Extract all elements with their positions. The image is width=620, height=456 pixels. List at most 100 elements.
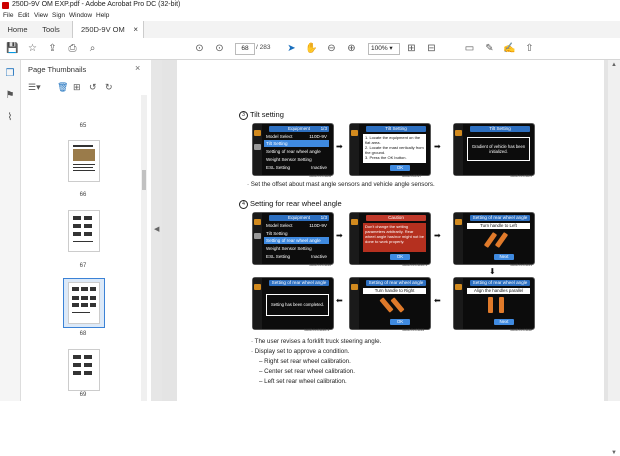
section-heading: 4 Setting for rear wheel angle	[239, 199, 342, 209]
screen-row: Model Select 110D-9V	[266, 223, 327, 228]
tab-document[interactable]: 250D-9V OM EXP... ×	[72, 21, 144, 51]
thumbnail-page[interactable]	[68, 282, 100, 324]
thumbnail-label: 66	[79, 192, 87, 198]
screen-align-parallel: Setting of rear wheel angle Align the ha…	[453, 277, 535, 330]
menu-sign[interactable]: Sign	[52, 12, 65, 19]
note-line: · Set the offset about mast angle sensor…	[247, 181, 435, 188]
screen-title: Equipment 1/3	[269, 215, 329, 221]
screen-caption: Turn handle to Left	[467, 223, 530, 229]
ok-button: OK	[390, 319, 410, 325]
menu-view[interactable]: View	[34, 12, 48, 19]
save-icon[interactable]: 💾	[6, 42, 19, 55]
figure-code: 160D9VCD32	[510, 328, 533, 332]
arrow-left-icon: ⬅	[434, 296, 441, 305]
zoom-out-icon[interactable]: ⊖	[325, 42, 338, 55]
note-line: – Center set rear wheel calibration.	[259, 368, 355, 375]
screen-row: ESL Setting Inactive	[266, 165, 327, 170]
screen-body: Don't change the setting parameters arbi…	[363, 223, 426, 252]
section-title: Setting for rear wheel angle	[250, 199, 342, 208]
prev-page-icon[interactable]: ⊙	[193, 42, 206, 55]
rotate-left-icon[interactable]: ↺	[89, 82, 97, 94]
zoom-in-icon[interactable]: ⊕	[345, 42, 358, 55]
screen-title: Setting of rear wheel angle	[470, 215, 530, 221]
note-line: · Display set to approve a condition.	[251, 348, 350, 355]
navigation-strip: ❐ ⚑ ⌇	[0, 60, 21, 401]
screen-turn-left: Setting of rear wheel angle Turn handle …	[453, 212, 535, 265]
section-title: Tilt setting	[250, 110, 284, 119]
tab-home[interactable]: Home	[0, 21, 35, 38]
arrow-right-icon: ➡	[336, 142, 343, 151]
scroll-up-icon[interactable]: ▲	[611, 62, 617, 68]
select-cursor-icon[interactable]: ➤	[285, 42, 298, 55]
screen-row: Setting of rear wheel angle	[264, 237, 329, 244]
document-scrollbar[interactable]: ▲ ▼	[608, 60, 620, 456]
thumbnail-page[interactable]	[68, 349, 100, 391]
bookmarks-icon[interactable]: ⚑	[4, 90, 16, 102]
print-icon[interactable]: ⎙	[66, 42, 79, 55]
attachments-icon[interactable]: ⌇	[4, 112, 16, 124]
figure-code: 160D9VCD33	[402, 328, 425, 332]
figure-code: 160D9VCD30-1	[304, 328, 330, 332]
collapse-arrow-icon[interactable]: ◀	[154, 225, 159, 233]
screen-tilt-initialized: Tilt Setting Gradient of vehicle has bee…	[453, 123, 535, 176]
note-line: – Left set rear wheel calibration.	[259, 378, 347, 385]
arrow-down-icon: ⬇	[489, 267, 496, 276]
arrow-right-icon: ➡	[434, 231, 441, 240]
rotate-right-icon[interactable]: ↻	[105, 82, 113, 94]
fit-page-icon[interactable]: ⊞	[405, 42, 418, 55]
figure-code: 160D9VCD31	[510, 263, 533, 267]
zoom-value: 100%	[371, 45, 388, 52]
hand-tool-icon[interactable]: ✋	[305, 42, 318, 55]
trash-icon[interactable]: 🗑	[57, 82, 68, 94]
close-panel-icon[interactable]: ×	[135, 63, 140, 73]
upload-icon[interactable]: ⇪	[46, 42, 59, 55]
screen-title: Setting of rear wheel angle	[470, 280, 530, 286]
thumbnail-scrollbar[interactable]	[141, 95, 147, 401]
thumbnail-page[interactable]	[68, 140, 100, 182]
highlight-pen-icon[interactable]: ✎	[483, 42, 496, 55]
insert-page-icon[interactable]: ⊞	[73, 82, 81, 94]
zoom-select[interactable]: 100% ▾	[368, 43, 400, 55]
bookmark-star-icon[interactable]: ☆	[26, 42, 39, 55]
menu-edit[interactable]: Edit	[18, 12, 29, 19]
thumbnail-panel: Page Thumbnails × ☰▾ 🗑 ⊞ ↺ ↻ 65 66 67 68	[21, 60, 152, 401]
menu-help[interactable]: Help	[96, 12, 109, 19]
next-page-icon[interactable]: ⊙	[213, 42, 226, 55]
thumbnail-page[interactable]	[68, 210, 100, 252]
screen-caution: Caution Don't change the setting paramet…	[349, 212, 431, 265]
thumbnail-label: 68	[79, 331, 87, 337]
scroll-thumb[interactable]	[142, 170, 146, 190]
screen-caption: Turn handle to Right	[363, 288, 426, 294]
screen-equipment: Equipment 1/3 Model Select 110D-9V Tilt S…	[252, 212, 334, 265]
scroll-down-icon[interactable]: ▼	[611, 450, 617, 456]
page-total: / 283	[256, 44, 271, 51]
figure-code: 160D9VCD29	[510, 174, 533, 178]
document-page: 3 Tilt setting Equipment 1/3 Model Select…	[177, 60, 604, 401]
menu-bar: File Edit View Sign Window Help	[0, 11, 620, 21]
options-icon[interactable]: ☰▾	[28, 82, 41, 94]
screen-title: Caution	[366, 215, 426, 221]
close-tab-icon[interactable]: ×	[133, 21, 138, 38]
thumbnail-label: 69	[79, 392, 87, 398]
comment-icon[interactable]: ▭	[463, 42, 476, 55]
panel-divider[interactable]: ◀	[151, 60, 162, 401]
figure-code: 160D9VCD30-1	[402, 263, 428, 267]
page-number-input[interactable]: 68	[235, 43, 255, 55]
arrow-right-icon: ➡	[434, 142, 441, 151]
next-button: Next	[494, 254, 514, 260]
screen-row: Setting of rear wheel angle	[266, 149, 321, 154]
note-line: · The user revises a forklift truck stee…	[251, 338, 382, 345]
figure-code: 500D9CD27	[402, 174, 422, 178]
screen-row: ESL Setting Inactive	[266, 254, 327, 259]
menu-file[interactable]: File	[3, 12, 13, 19]
menu-window[interactable]: Window	[69, 12, 92, 19]
screen-row: Tilt Setting	[264, 140, 329, 147]
scroll-mode-icon[interactable]: ⊟	[425, 42, 438, 55]
sign-icon[interactable]: ✍	[503, 42, 516, 55]
tab-tools[interactable]: Tools	[35, 21, 67, 38]
wheel-left-icon	[488, 297, 493, 313]
screen-sidebar	[253, 124, 262, 175]
page-thumbnails-icon[interactable]: ❐	[4, 68, 16, 80]
share-icon[interactable]: ⇧	[523, 42, 536, 55]
search-icon[interactable]: ⌕	[86, 42, 99, 55]
